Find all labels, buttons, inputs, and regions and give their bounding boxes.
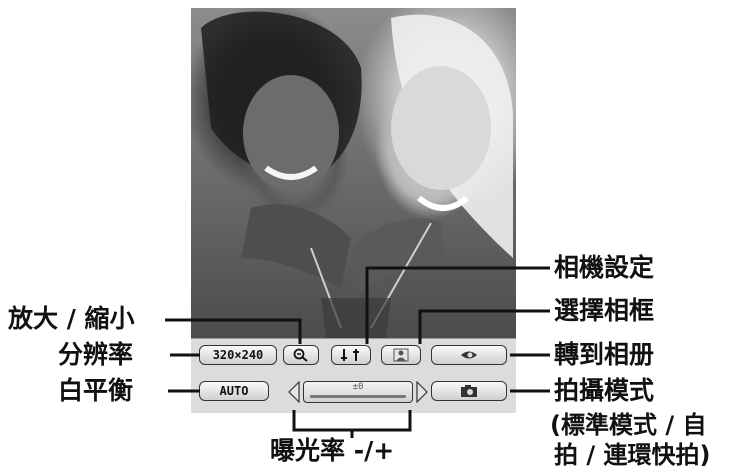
callout-label-zoom: 放大 / 縮小 (8, 304, 135, 333)
callout-label-white-balance: 白平衡 (58, 376, 134, 405)
callout-line-frame (418, 309, 550, 344)
callout-label-shooting-mode-detail-2: 拍 / 連環快拍) (554, 441, 711, 469)
callout-label-camera-settings: 相機設定 (554, 253, 655, 282)
callout-line-settings (365, 266, 550, 344)
callout-line-exposure (292, 410, 412, 432)
callout-label-go-to-album: 轉到相册 (554, 340, 655, 369)
callout-line-zoom (165, 318, 302, 344)
callout-label-shooting-mode-detail-1: (標準模式 / 自 (550, 411, 707, 439)
callout-label-shooting-mode: 拍攝模式 (554, 376, 655, 405)
callout-label-select-frame: 選擇相框 (554, 296, 655, 325)
callout-label-resolution: 分辨率 (58, 340, 134, 369)
callout-label-exposure: 曝光率 -/+ (270, 436, 395, 465)
